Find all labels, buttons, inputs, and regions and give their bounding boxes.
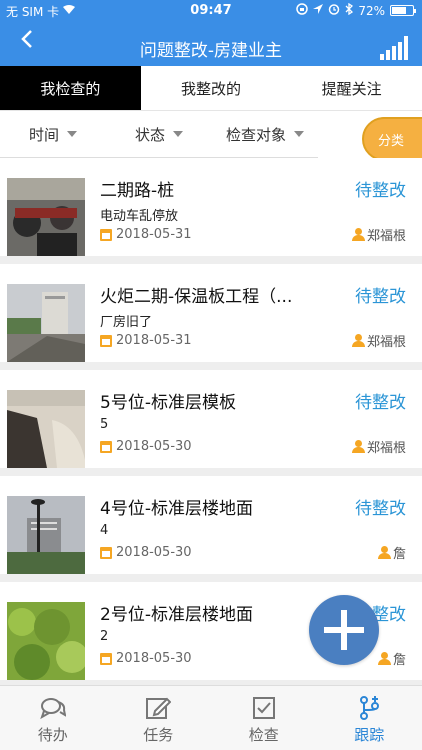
calendar-icon: [100, 228, 112, 241]
list-item[interactable]: 火炬二期-保温板工程（... 厂房旧了 2018-05-31 待整改 郑福根: [0, 264, 422, 362]
track-icon: [360, 696, 380, 720]
assignee-name: 郑福根: [366, 229, 406, 244]
assignee-name: 郑福根: [366, 441, 406, 456]
nav-track[interactable]: 跟踪: [317, 686, 422, 750]
issue-title: 火炬二期-保温板工程（...: [100, 287, 293, 307]
issue-photo: [7, 496, 85, 574]
issue-date: 2018-05-30: [116, 439, 192, 454]
user-icon: [351, 228, 365, 241]
filter-time[interactable]: 时间: [0, 111, 106, 157]
assignee-name: 詹: [392, 547, 406, 562]
issue-photo: [7, 284, 85, 362]
calendar-icon: [100, 546, 112, 559]
filter-bar: 时间 状态 检查对象 分类: [0, 111, 422, 161]
nav-label: 检查: [248, 726, 279, 744]
issue-date: 2018-05-30: [116, 545, 192, 560]
tab-my-rectifications[interactable]: 我整改的: [141, 66, 282, 110]
battery-icon: [390, 5, 416, 16]
filter-label: 检查对象: [225, 125, 286, 144]
tab-label: 我检查的: [40, 79, 101, 98]
user-icon: [377, 546, 391, 559]
issue-title: 4号位-标准层楼地面: [100, 499, 253, 519]
tab-reminders[interactable]: 提醒关注: [281, 66, 422, 110]
status-badge: 待整改: [355, 181, 406, 201]
issue-date: 2018-05-30: [116, 651, 192, 666]
lock-rotation-icon: [296, 3, 309, 18]
filter-status[interactable]: 状态: [106, 111, 212, 157]
status-badge: 待整改: [355, 287, 406, 307]
nav-label: 待办: [37, 726, 68, 744]
tab-label: 我整改的: [181, 79, 242, 98]
bottom-nav: 待办 任务 检查 跟踪: [0, 685, 422, 750]
caret-down-icon: [173, 131, 183, 137]
nav-label: 跟踪: [354, 726, 385, 744]
issue-description: 5: [100, 417, 109, 432]
nav-label: 任务: [143, 726, 174, 744]
issue-description: 2: [100, 629, 109, 644]
status-badge: 待整改: [355, 499, 406, 519]
battery-percent: 72%: [358, 3, 385, 18]
issue-description: 4: [100, 523, 109, 538]
list-item[interactable]: 二期路-桩 电动车乱停放 2018-05-31 待整改 郑福根: [0, 158, 422, 256]
classify-button[interactable]: 分类: [362, 117, 422, 161]
nav-todo[interactable]: 待办: [0, 686, 106, 750]
issue-title: 2号位-标准层楼地面: [100, 605, 253, 625]
issue-description: 电动车乱停放: [100, 209, 179, 224]
list-item[interactable]: 5号位-标准层模板 5 2018-05-30 待整改 郑福根: [0, 370, 422, 468]
issue-date: 2018-05-31: [116, 227, 192, 242]
issue-photo: [7, 390, 85, 468]
tab-my-inspections[interactable]: 我检查的: [0, 66, 141, 110]
alarm-icon: [328, 3, 340, 18]
issue-photo: [7, 602, 85, 680]
issue-photo: [7, 178, 85, 256]
nav-tasks[interactable]: 任务: [106, 686, 212, 750]
filter-target[interactable]: 检查对象: [212, 111, 318, 157]
user-icon: [351, 440, 365, 453]
list-item[interactable]: 4号位-标准层楼地面 4 2018-05-30 待整改 詹: [0, 476, 422, 574]
tab-label: 提醒关注: [321, 79, 382, 98]
user-icon: [351, 334, 365, 347]
edit-icon: [146, 697, 172, 719]
checkbox-icon: [252, 697, 275, 719]
filter-label: 时间: [28, 125, 59, 144]
caret-down-icon: [67, 131, 77, 137]
issue-title: 5号位-标准层模板: [100, 393, 236, 413]
status-bar: 无 SIM 卡 09:47 72%: [0, 0, 422, 22]
caret-down-icon: [294, 131, 304, 137]
bluetooth-icon: [345, 2, 354, 18]
issue-description: 厂房旧了: [100, 315, 153, 330]
signal-icon: [380, 26, 408, 60]
calendar-icon: [100, 334, 112, 347]
location-icon: [313, 3, 324, 18]
page-title: 问题整改-房建业主: [139, 41, 283, 61]
user-icon: [377, 652, 391, 665]
assignee-name: 郑福根: [366, 335, 406, 350]
tab-bar: 我检查的 我整改的 提醒关注: [0, 66, 422, 111]
assignee-name: 詹: [392, 653, 406, 668]
add-button[interactable]: [309, 595, 379, 665]
chat-icon: [39, 698, 66, 720]
calendar-icon: [100, 440, 112, 453]
issue-date: 2018-05-31: [116, 333, 192, 348]
calendar-icon: [100, 652, 112, 665]
filter-label: 状态: [134, 125, 165, 144]
nav-bar: 问题整改-房建业主: [0, 22, 422, 66]
status-badge: 待整改: [355, 393, 406, 413]
issue-title: 二期路-桩: [100, 181, 175, 201]
nav-inspect[interactable]: 检查: [211, 686, 317, 750]
